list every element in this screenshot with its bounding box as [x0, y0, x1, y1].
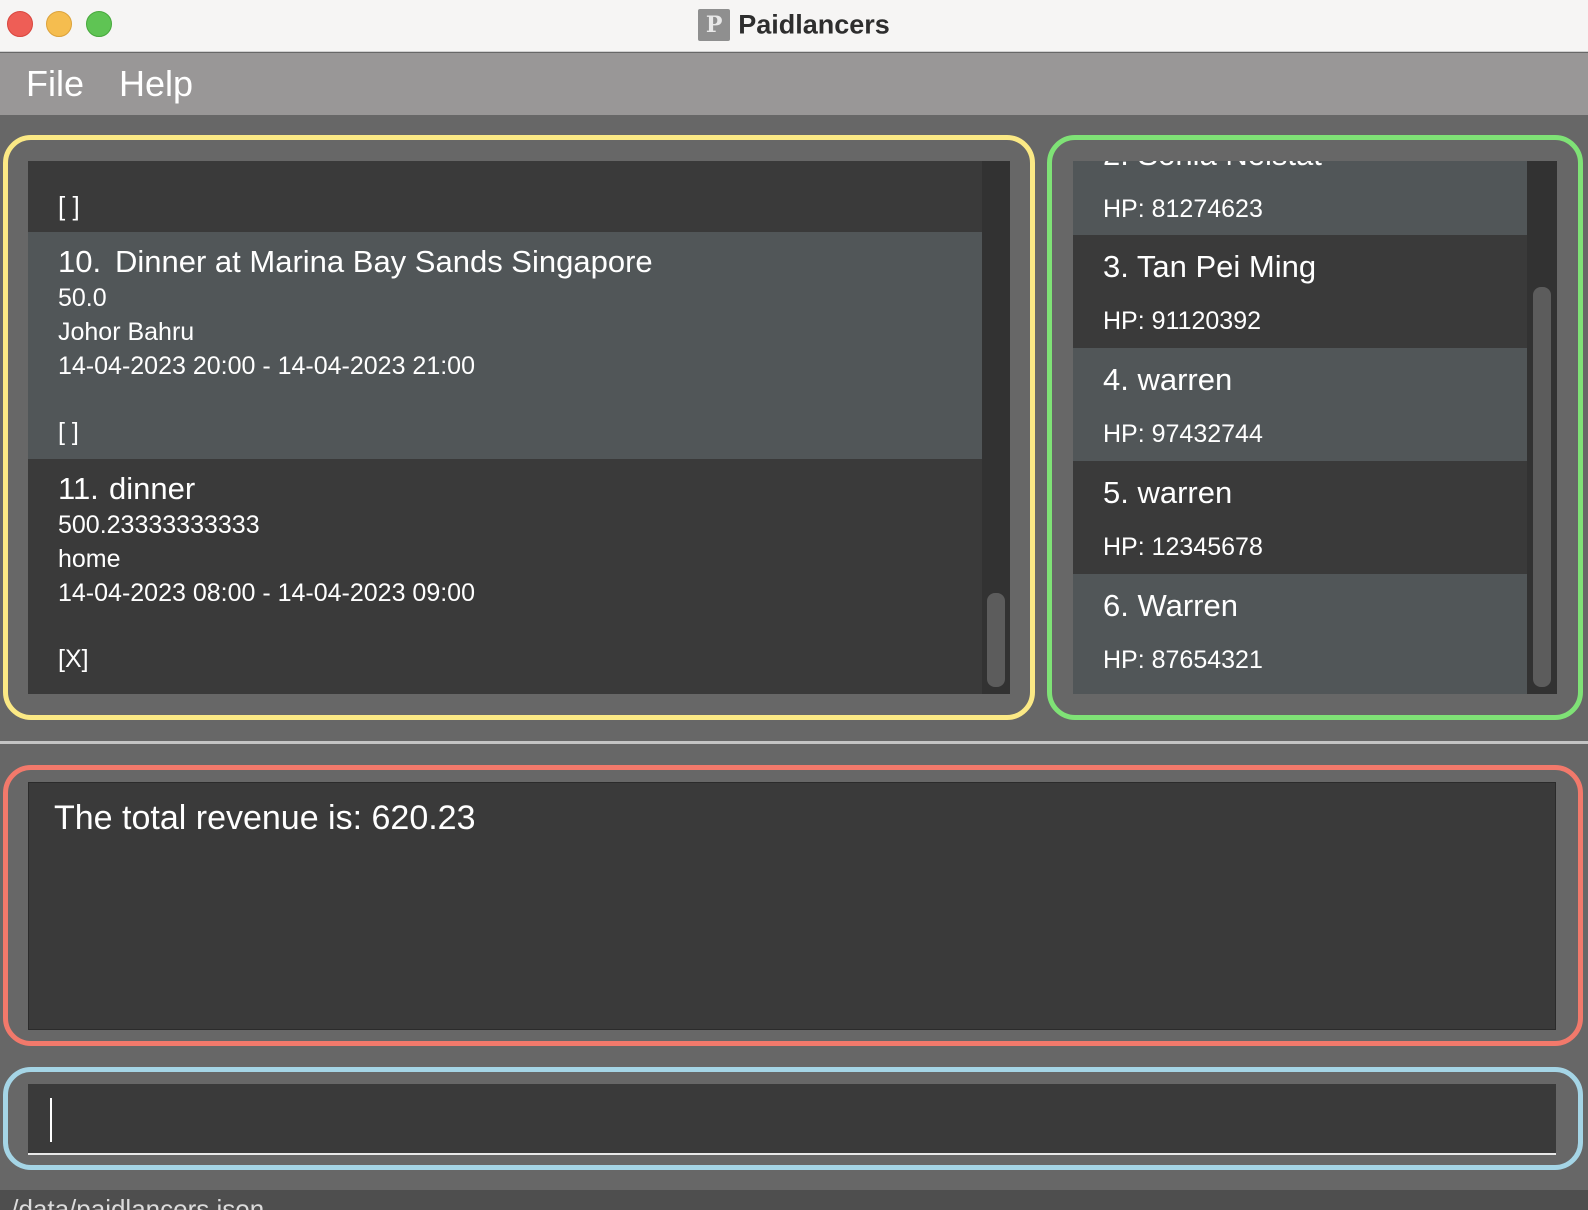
app-logo-icon: P: [698, 8, 731, 41]
event-rate: 500.23333333333: [58, 511, 260, 539]
client-name: 6. Warren: [1103, 588, 1238, 623]
client-name: 3. Tan Pei Ming: [1103, 249, 1317, 284]
status-bar: ./data/paidlancers.json: [0, 1190, 1588, 1210]
event-card[interactable]: 11. dinner 500.23333333333 home 14-04-20…: [28, 459, 982, 694]
client-name: 5. warren: [1103, 475, 1233, 510]
event-index: 11.: [58, 471, 99, 506]
event-name: Dinner at Marina Bay Sands Singapore: [115, 244, 653, 279]
client-list-scrollbar[interactable]: [1527, 161, 1557, 694]
event-card-partial[interactable]: [ ]: [28, 161, 982, 232]
menu-file[interactable]: File: [26, 63, 84, 105]
event-timing: 14-04-2023 20:00 - 14-04-2023 21:00: [58, 352, 475, 380]
event-mark: [X]: [58, 645, 89, 673]
event-list[interactable]: [ ] 10. Dinner at Marina Bay Sands Singa…: [28, 161, 1010, 694]
client-list-scroll-thumb[interactable]: [1533, 287, 1551, 687]
client-phone: HP: 97432744: [1103, 420, 1263, 448]
client-phone: HP: 12345678: [1103, 533, 1263, 561]
client-card[interactable]: 5. warren HP: 12345678: [1073, 461, 1527, 574]
window-title-text: Paidlancers: [738, 9, 890, 40]
event-card[interactable]: 10. Dinner at Marina Bay Sands Singapore…: [28, 232, 982, 459]
event-address: Johor Bahru: [58, 318, 195, 346]
client-card[interactable]: 4. warren HP: 97432744: [1073, 348, 1527, 461]
window-title: P Paidlancers: [0, 8, 1588, 41]
split-pane-divider[interactable]: [0, 741, 1588, 744]
client-name: 2. Sonia Neistat: [1103, 161, 1322, 173]
text-caret: [50, 1098, 52, 1142]
client-card[interactable]: 2. Sonia Neistat HP: 81274623: [1073, 161, 1527, 235]
menu-help[interactable]: Help: [119, 63, 193, 105]
client-card[interactable]: 6. Warren HP: 87654321: [1073, 574, 1527, 694]
client-name: 4. warren: [1103, 362, 1233, 397]
event-name: dinner: [109, 471, 196, 506]
event-timing: 14-04-2023 08:00 - 14-04-2023 09:00: [58, 579, 475, 607]
event-index: 10.: [58, 244, 102, 279]
event-address: home: [58, 545, 121, 573]
status-file-path: ./data/paidlancers.json: [4, 1194, 265, 1210]
client-card[interactable]: 3. Tan Pei Ming HP: 91120392: [1073, 235, 1527, 348]
client-phone: HP: 87654321: [1103, 646, 1263, 674]
client-phone: HP: 81274623: [1103, 195, 1263, 223]
command-input[interactable]: [28, 1084, 1556, 1155]
event-list-scroll-thumb[interactable]: [987, 593, 1005, 687]
event-list-scrollbar[interactable]: [982, 161, 1010, 694]
result-display: The total revenue is: 620.23: [28, 782, 1556, 1030]
event-tags: [ ]: [58, 191, 80, 221]
event-rate: 50.0: [58, 284, 107, 312]
result-message: The total revenue is: 620.23: [54, 799, 476, 837]
client-phone: HP: 91120392: [1103, 307, 1261, 335]
client-list[interactable]: 2. Sonia Neistat HP: 81274623 3. Tan Pei…: [1073, 161, 1557, 694]
menu-bar: File Help: [0, 53, 1588, 115]
title-bar: P Paidlancers: [0, 0, 1588, 52]
event-mark: [ ]: [58, 418, 79, 446]
